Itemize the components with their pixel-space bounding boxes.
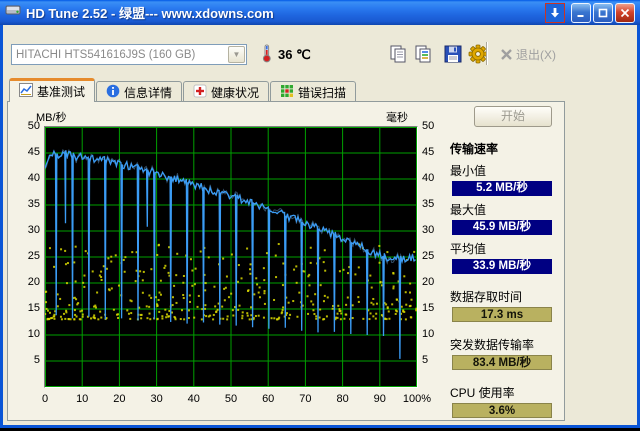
stat-label: 数据存取时间 — [450, 290, 523, 304]
hdtune-window: HD Tune 2.52 - 绿盟--- www.xdowns.com HITA… — [0, 0, 640, 428]
tab-bar: 基准测试 信息详情 健康状况 错误扫描 — [9, 78, 357, 102]
stat-label: 最大值 — [450, 203, 487, 217]
stat-value-badge: 3.6% — [452, 403, 552, 418]
y-axis-tick-label: 40 — [422, 172, 435, 184]
y-axis-tick-label: 30 — [422, 224, 435, 236]
toolbar-icon-buttons — [385, 41, 490, 66]
chevron-down-icon[interactable]: ▼ — [228, 46, 245, 63]
y-left-unit-label: MB/秒 — [36, 112, 67, 124]
tab-1[interactable]: 基准测试 — [9, 78, 96, 102]
y-axis-tick-label: 10 — [422, 328, 435, 340]
x-axis-tick-label: 50 — [224, 393, 238, 405]
drive-select-value: HITACHI HTS541616J9S (160 GB) — [16, 48, 196, 61]
y-axis-tick-label: 25 — [27, 250, 40, 262]
x-axis-tick-label: 90 — [373, 393, 386, 405]
close-button[interactable] — [615, 2, 635, 23]
stat-value-badge: 45.9 MB/秒 — [452, 220, 552, 235]
minimize-button[interactable] — [571, 2, 591, 23]
tab-label: 基准测试 — [37, 85, 86, 99]
y-axis-tick-label: 20 — [422, 276, 435, 288]
y-axis-tick-label: 30 — [27, 224, 40, 236]
close-icon — [620, 8, 630, 17]
titlebar: HD Tune 2.52 - 绿盟--- www.xdowns.com — [0, 0, 640, 25]
benchmark-icon — [19, 83, 33, 100]
tab-3[interactable]: 健康状况 — [183, 81, 270, 102]
maximize-icon — [598, 8, 608, 17]
stat-label: CPU 使用率 — [450, 386, 515, 400]
window-title: HD Tune 2.52 - 绿盟--- www.xdowns.com — [26, 6, 274, 21]
y-axis-tick-label: 5 — [33, 354, 40, 366]
stat-label: 平均值 — [450, 242, 487, 256]
x-axis-tick-label: 0 — [41, 393, 49, 405]
error-scan-icon — [280, 84, 294, 101]
copy-image-icon — [415, 45, 430, 62]
stat-value-badge: 33.9 MB/秒 — [452, 259, 552, 274]
transfer-stats: 最小值 5.2 MB/秒 最大值 45.9 MB/秒 平均值 33.9 MB/秒 — [444, 162, 564, 274]
save-button[interactable] — [440, 41, 465, 66]
x-axis-tick-label: 80 — [336, 393, 349, 405]
benchmark-tab-page: MB/秒 毫秒 50 50 45 45 40 40 35 35 30 30 25 25 20 20 15 15… — [7, 101, 565, 421]
x-axis-tick-label: 100% — [402, 393, 432, 405]
y-axis-tick-label: 50 — [422, 120, 435, 132]
minimize-icon — [577, 14, 584, 17]
y-axis-tick-label: 40 — [27, 172, 40, 184]
x-axis-tick-label: 30 — [150, 393, 163, 405]
maximize-button[interactable] — [593, 2, 613, 23]
results-panel: 开始 传输速率 最小值 5.2 MB/秒 最大值 45.9 MB/秒 平均值 33.9 M… — [444, 106, 564, 418]
copy-image-button[interactable] — [410, 41, 435, 66]
info-icon — [106, 84, 120, 101]
x-axis-tick-label: 40 — [187, 393, 200, 405]
y-axis-tick-label: 35 — [27, 198, 40, 210]
y-axis-tick-label: 35 — [422, 198, 435, 210]
tab-label: 错误扫描 — [298, 85, 347, 100]
stat-value-badge: 5.2 MB/秒 — [452, 181, 552, 196]
exit-x-icon — [501, 48, 512, 60]
stat-label: 最小值 — [450, 164, 487, 178]
y-axis-tick-label: 5 — [422, 354, 429, 366]
exit-label: 退出(X) — [516, 47, 556, 62]
x-axis-tick-label: 20 — [113, 393, 126, 405]
other-stats: 数据存取时间 17.3 ms 突发数据传输率 83.4 MB/秒 CPU 使用率 3.6% — [444, 288, 564, 418]
health-icon — [193, 84, 207, 101]
y-axis-tick-label: 25 — [422, 250, 435, 262]
y-axis-tick-label: 45 — [422, 146, 435, 158]
thermometer-icon — [260, 44, 273, 68]
y-axis-tick-label: 10 — [27, 328, 40, 340]
x-axis-tick-label: 10 — [76, 393, 89, 405]
stat-value-badge: 83.4 MB/秒 — [452, 355, 552, 370]
copy-button[interactable] — [385, 41, 410, 66]
tab-label: 健康状况 — [211, 85, 260, 100]
titlebar-buttons — [545, 2, 635, 23]
download-arrow-button[interactable] — [545, 2, 565, 23]
tab-2[interactable]: 信息详情 — [96, 81, 183, 102]
save-icon — [444, 45, 461, 62]
y-axis-tick-label: 50 — [27, 120, 40, 132]
y-right-unit-label: 毫秒 — [386, 112, 408, 124]
tab-4[interactable]: 错误扫描 — [270, 81, 357, 102]
stat-label: 突发数据传输率 — [450, 338, 535, 352]
app-icon — [5, 2, 21, 23]
start-button[interactable]: 开始 — [474, 106, 552, 127]
download-icon — [551, 7, 559, 17]
copy-icon — [390, 45, 405, 62]
toolbar-separator — [486, 42, 488, 65]
y-axis-tick-label: 15 — [27, 302, 40, 314]
exit-button[interactable]: 退出(X) — [494, 42, 562, 66]
x-axis-tick-label: 60 — [262, 393, 275, 405]
y-axis-tick-label: 45 — [27, 146, 40, 158]
screen: HD Tune 2.52 - 绿盟--- www.xdowns.com HITA… — [0, 0, 640, 431]
stat-value-badge: 17.3 ms — [452, 307, 552, 322]
transfer-rate-group-title: 传输速率 — [450, 142, 499, 156]
y-axis-tick-label: 15 — [422, 302, 435, 314]
benchmark-plot — [44, 126, 418, 388]
drive-select[interactable]: HITACHI HTS541616J9S (160 GB) ▼ — [11, 44, 247, 65]
tab-label: 信息详情 — [124, 85, 173, 100]
y-axis-tick-label: 20 — [27, 276, 40, 288]
x-axis-tick-label: 70 — [299, 393, 312, 405]
temperature-readout: 36 ℃ — [278, 47, 311, 62]
